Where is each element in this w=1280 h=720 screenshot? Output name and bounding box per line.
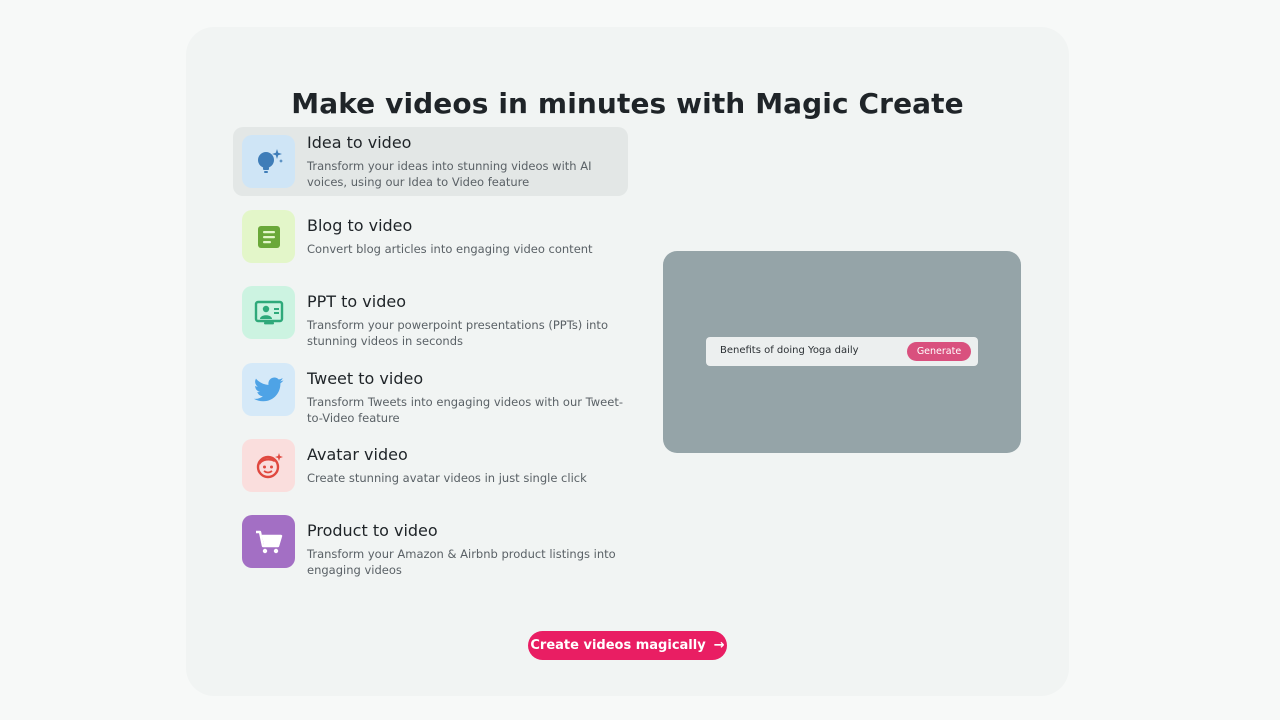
feature-description: Transform Tweets into engaging videos wi… (307, 395, 623, 425)
feature-title: Blog to video (307, 216, 413, 235)
feature-title: Product to video (307, 521, 438, 540)
avatar-face-icon (242, 439, 295, 492)
twitter-bird-icon (242, 363, 295, 416)
lightbulb-sparkle-icon (242, 135, 295, 188)
feature-idea-to-video[interactable]: Idea to video Transform your ideas into … (233, 127, 628, 196)
feature-description: Create stunning avatar videos in just si… (307, 471, 587, 485)
presentation-icon (242, 286, 295, 339)
page-title: Make videos in minutes with Magic Create (291, 87, 964, 120)
feature-blog-to-video[interactable]: Blog to video Convert blog articles into… (233, 210, 628, 264)
feature-description: Transform your ideas into stunning video… (307, 159, 592, 189)
generate-button[interactable]: Generate (907, 342, 971, 361)
feature-description: Transform your Amazon & Airbnb product l… (307, 547, 616, 577)
arrow-right-icon: → (713, 638, 725, 653)
prompt-bar[interactable]: Benefits of doing Yoga daily Generate (706, 337, 978, 366)
shopping-cart-icon (242, 515, 295, 568)
prompt-input-text[interactable]: Benefits of doing Yoga daily (720, 345, 859, 356)
feature-product-to-video[interactable]: Product to video Transform your Amazon &… (233, 515, 628, 577)
create-videos-button[interactable]: Create videos magically → (528, 631, 727, 660)
feature-ppt-to-video[interactable]: PPT to video Transform your powerpoint p… (233, 286, 628, 348)
feature-description: Convert blog articles into engaging vide… (307, 242, 593, 256)
feature-title: Avatar video (307, 445, 408, 464)
feature-title: Idea to video (307, 133, 412, 152)
feature-description: Transform your powerpoint presentations … (307, 318, 608, 348)
feature-title: Tweet to video (307, 369, 424, 388)
feature-title: PPT to video (307, 292, 407, 311)
document-icon (242, 210, 295, 263)
preview-card: Benefits of doing Yoga daily Generate (663, 251, 1021, 453)
feature-tweet-to-video[interactable]: Tweet to video Transform Tweets into eng… (233, 363, 628, 425)
feature-avatar-video[interactable]: Avatar video Create stunning avatar vide… (233, 439, 628, 493)
create-videos-label: Create videos magically (530, 638, 706, 653)
